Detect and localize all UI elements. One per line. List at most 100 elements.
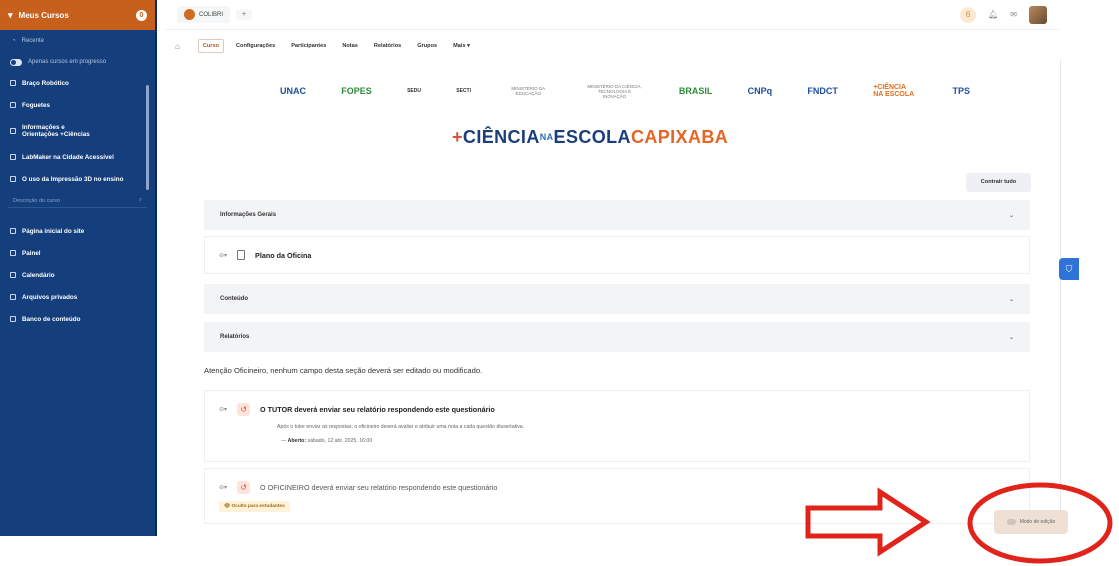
logo-mec: MINISTÉRIO DA EDUCAÇÃO <box>511 86 546 96</box>
course-icon <box>10 80 16 86</box>
activity-description: Após o tutor enviar as respostas, o ofic… <box>277 424 525 430</box>
logo-fopes: FOPES <box>341 86 372 96</box>
section-title: Relatórios <box>220 334 250 340</box>
clock-icon: ◔ <box>12 38 16 44</box>
tab-reports[interactable]: Relatórios <box>370 40 405 52</box>
drag-handle-icon[interactable]: ⊖▾ <box>219 484 227 491</box>
brand-name: COLIBRI <box>199 11 224 18</box>
section-notice: Atenção Oficineiro, nenhum campo desta s… <box>204 366 483 375</box>
activity-open-date: — Aberto: sábado, 12 abr. 2025, 16:00 <box>281 438 373 444</box>
sidebar-item-label: LabMaker na Cidade Acessível <box>22 153 114 161</box>
tab-participants[interactable]: Participantes <box>287 40 330 52</box>
course-sidebar: ▾ Meus Cursos 0 ◔ Recente Apenas cursos … <box>0 0 157 536</box>
course-icon <box>10 128 16 134</box>
logo-sedu: SEDU <box>407 88 421 94</box>
logo-fndct: FNDCT <box>807 86 838 96</box>
section-general-info[interactable]: Informações Gerais ⌄ <box>204 200 1030 230</box>
badge-label: Oculto para estudantes <box>231 504 285 509</box>
tab-course[interactable]: Curso <box>197 39 225 53</box>
sidebar-course-1[interactable]: Foguetes <box>0 94 155 116</box>
toggle-label: Apenas cursos em progresso <box>28 59 107 65</box>
course-home-icon[interactable]: ⌂ <box>175 42 180 51</box>
colibri-logo-icon <box>184 9 195 20</box>
title-plus: + <box>452 126 463 147</box>
course-search-input[interactable]: Descrição do curso ⌕ <box>8 194 147 208</box>
sidebar-item-label: O uso da Impressão 3D no ensino <box>22 175 124 183</box>
in-progress-toggle[interactable]: Apenas cursos em progresso <box>0 52 155 72</box>
quiz-icon: ↺ <box>237 403 251 416</box>
date-label: Aberto: <box>287 438 307 444</box>
date-value: sábado, 12 abr. 2025, 16:00 <box>307 438 373 444</box>
logo-cnpq: CNPq <box>747 86 773 96</box>
tab-groups[interactable]: Grupos <box>413 40 441 52</box>
drag-handle-icon[interactable]: ⊖▾ <box>219 252 227 259</box>
course-icon <box>10 154 16 160</box>
chevron-down-icon[interactable]: ⌄ <box>1009 212 1014 219</box>
section-reports[interactable]: Relatórios ⌄ <box>204 322 1030 352</box>
sidebar-item-calendar[interactable]: Calendário <box>0 264 155 286</box>
activity-quiz-tutor[interactable]: ⊖▾ ↺ O TUTOR deverá enviar seu relatório… <box>204 390 1030 462</box>
section-title: Conteúdo <box>220 296 248 302</box>
course-icon <box>10 176 16 182</box>
calendar-icon <box>10 272 16 278</box>
sidebar-item-dashboard[interactable]: Painel <box>0 242 155 264</box>
sidebar-course-2[interactable]: Informações e Orientações +Ciências <box>0 116 155 146</box>
sidebar-item-content-bank[interactable]: Banco de conteúdo <box>0 308 155 330</box>
sidebar-item-home[interactable]: Página inicial do site <box>0 220 155 242</box>
partner-logos-banner: UNAC FOPES SEDU SECTI MINISTÉRIO DA EDUC… <box>280 74 970 108</box>
courses-count-badge: 0 <box>136 9 147 21</box>
activity-link[interactable]: Plano da Oficina <box>255 251 311 260</box>
accessibility-drawer-icon[interactable]: ⛉ <box>1059 258 1079 280</box>
my-courses-header[interactable]: ▾ Meus Cursos 0 <box>0 0 155 30</box>
section-title: Informações Gerais <box>220 212 277 218</box>
sidebar-item-label: Arquivos privados <box>22 293 78 301</box>
notification-count-badge[interactable]: 6 <box>960 6 977 23</box>
chevron-down-icon: ▾ <box>8 9 13 20</box>
sidebar-scrollbar[interactable] <box>146 85 149 190</box>
dashboard-icon <box>10 250 16 256</box>
drag-handle-icon[interactable]: ⊖▾ <box>219 406 227 413</box>
sidebar-course-0[interactable]: Braço Robótico <box>0 72 155 94</box>
logo-brasil: BRASIL <box>678 86 713 96</box>
tab-more[interactable]: Mais ▾ <box>449 40 474 52</box>
sidebar-item-label: Braço Robótico <box>22 79 69 87</box>
site-logo[interactable]: COLIBRI <box>177 6 231 23</box>
bell-icon[interactable]: 🔔︎ <box>988 10 998 19</box>
red-annotation-overlay <box>805 482 1113 564</box>
activity-link[interactable]: O TUTOR deverá enviar seu relatório resp… <box>260 405 495 414</box>
chevron-down-icon[interactable]: ⌄ <box>1009 334 1014 341</box>
sidebar-course-4[interactable]: O uso da Impressão 3D no ensino <box>0 168 155 190</box>
sidebar-item-recent[interactable]: ◔ Recente <box>0 30 155 52</box>
user-menu-area: 6 🔔︎ ✉︎ <box>960 5 1047 24</box>
sidebar-item-private-files[interactable]: Arquivos privados <box>0 286 155 308</box>
title-part: ESCOLA <box>553 126 631 147</box>
search-icon: ⌕ <box>138 197 142 203</box>
sidebar-course-3[interactable]: LabMaker na Cidade Acessível <box>0 146 155 168</box>
avatar[interactable] <box>1029 5 1047 24</box>
red-arrow-icon <box>805 487 931 557</box>
sidebar-item-label: Calendário <box>22 271 55 279</box>
sidebar-item-label: Recente <box>21 38 44 44</box>
add-button[interactable]: + <box>236 9 253 20</box>
red-circle-highlight <box>967 482 1113 564</box>
page-scroll-edge <box>1060 60 1061 530</box>
activity-plan[interactable]: ⊖▾ Plano da Oficina <box>204 236 1030 274</box>
sidebar-item-label: Foguetes <box>22 101 50 109</box>
quiz-icon: ↺ <box>237 481 251 494</box>
chevron-down-icon[interactable]: ⌄ <box>1009 296 1014 303</box>
file-icon <box>237 250 246 260</box>
bank-icon <box>10 316 16 322</box>
logo-secti: SECTI <box>456 88 471 94</box>
sidebar-item-label: Painel <box>22 249 41 257</box>
title-part: NA <box>539 132 554 142</box>
tab-grades[interactable]: Notas <box>338 40 362 52</box>
toggle-switch[interactable] <box>10 58 22 66</box>
program-title-logo: + CIÊNCIA NA ESCOLA CAPIXABA <box>452 124 782 150</box>
course-nav: ⌂ Curso Configurações Participantes Nota… <box>165 32 1059 60</box>
activity-link[interactable]: O OFICINEIRO deverá enviar seu relatório… <box>260 483 497 492</box>
section-content[interactable]: Conteúdo ⌄ <box>204 284 1030 314</box>
chat-icon[interactable]: ✉︎ <box>1010 10 1017 19</box>
collapse-all-button[interactable]: Contrair tudo <box>966 173 1031 192</box>
course-icon <box>10 102 16 108</box>
tab-settings[interactable]: Configurações <box>232 40 279 52</box>
